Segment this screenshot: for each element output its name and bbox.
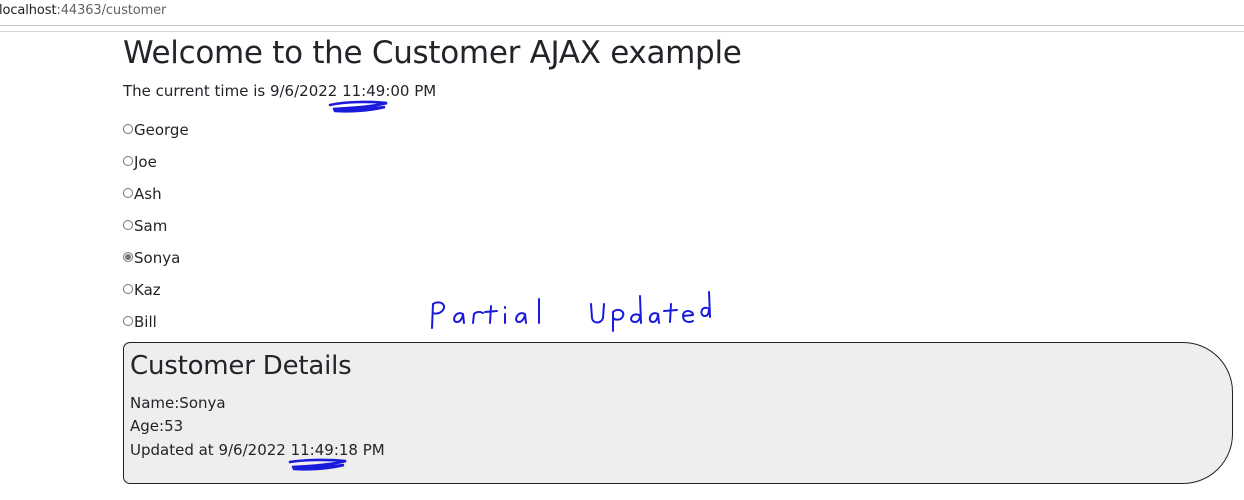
customer-age: Age:53 [130, 417, 184, 435]
page-title: Welcome to the Customer AJAX example [123, 35, 742, 71]
radio-button-checked[interactable] [123, 252, 133, 262]
address-bar-divider [0, 25, 1244, 26]
customer-option-label[interactable]: Sonya [134, 248, 180, 268]
customer-option-sonya[interactable]: Sonya [123, 248, 180, 268]
current-time-line: The current time is 9/6/2022 11:49:00 PM [123, 81, 436, 101]
customer-updated-at: Updated at 9/6/2022 11:49:18 PM [130, 441, 385, 459]
customer-option-ash[interactable]: Ash [123, 184, 162, 204]
customer-details-heading: Customer Details [130, 351, 352, 381]
customer-option-label[interactable]: Sam [134, 216, 167, 236]
customer-option-label[interactable]: Kaz [134, 280, 161, 300]
customer-option-label[interactable]: George [134, 120, 189, 140]
customer-details-panel: Customer Details Name:Sonya Age:53 Updat… [123, 342, 1233, 484]
customer-option-kaz[interactable]: Kaz [123, 280, 161, 300]
current-time-value: 9/6/2022 11:49:00 PM [269, 82, 437, 100]
customer-option-label[interactable]: Bill [134, 312, 157, 332]
customer-option-label[interactable]: Joe [134, 152, 157, 172]
url-text[interactable]: localhost:44363/customer [0, 3, 166, 18]
customer-option-george[interactable]: George [123, 120, 189, 140]
customer-option-bill[interactable]: Bill [123, 312, 157, 332]
current-time-label: The current time is [123, 82, 270, 100]
browser-address-bar[interactable]: localhost:44363/customer [0, 0, 1244, 32]
customer-option-joe[interactable]: Joe [123, 152, 157, 172]
customer-name: Name:Sonya [130, 394, 226, 412]
radio-button[interactable] [123, 124, 133, 134]
url-path: :44363/customer [56, 3, 167, 18]
radio-button[interactable] [123, 220, 133, 230]
handwritten-note-partial-updated [431, 291, 711, 332]
radio-button[interactable] [123, 316, 133, 326]
radio-button[interactable] [123, 188, 133, 198]
customer-option-sam[interactable]: Sam [123, 216, 167, 236]
customer-option-label[interactable]: Ash [134, 184, 162, 204]
url-host: localhost [0, 3, 57, 18]
radio-button[interactable] [123, 156, 133, 166]
page-top-divider [0, 31, 1244, 32]
main-content: Welcome to the Customer AJAX example The… [123, 34, 1233, 331]
radio-button[interactable] [123, 284, 133, 294]
